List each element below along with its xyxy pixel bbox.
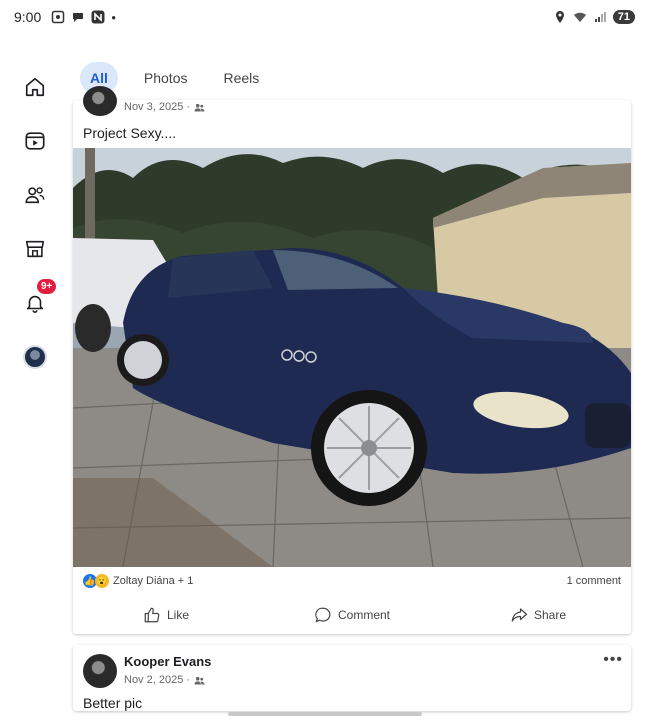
post-meta: Nov 2, 2025 ·	[124, 674, 205, 686]
chat-icon	[73, 13, 84, 22]
battery-indicator: 71	[612, 10, 635, 24]
avatar[interactable]	[83, 86, 117, 116]
more-dot-icon: ●	[111, 12, 117, 22]
status-bar: 9:00 ● 71	[0, 0, 649, 34]
home-icon	[25, 77, 45, 97]
app-n-icon	[91, 10, 105, 24]
comments-count[interactable]: 1 comment	[567, 575, 621, 587]
avatar[interactable]	[83, 654, 117, 688]
post-card: Kooper Evans Nov 2, 2025 · ••• Better pi…	[73, 645, 631, 711]
status-time: 9:00	[14, 9, 42, 25]
share-button[interactable]: Share	[445, 600, 631, 630]
bell-icon	[26, 295, 44, 313]
rail-notifications[interactable]: 9+	[20, 278, 58, 318]
notification-badge: 9+	[36, 278, 58, 295]
location-icon	[555, 11, 564, 23]
car-photo	[73, 148, 631, 567]
post-actions: Like Comment Share	[73, 600, 631, 630]
like-label: Like	[166, 608, 189, 622]
like-button[interactable]: Like	[73, 600, 259, 630]
rail-profile[interactable]	[20, 342, 50, 372]
tab-photos[interactable]: Photos	[134, 62, 198, 94]
video-icon	[25, 132, 45, 150]
post-photo[interactable]	[73, 148, 631, 567]
screenshot-icon	[52, 10, 65, 24]
thumbs-up-icon	[144, 607, 160, 623]
gesture-nav-handle[interactable]	[228, 712, 422, 716]
nav-rail: 9+	[0, 60, 70, 720]
post-card: Nov 3, 2025 · Project Sexy.... 👍 😮 Zolta…	[73, 86, 631, 634]
wifi-icon	[573, 12, 586, 22]
post-text: Project Sexy....	[83, 125, 177, 141]
comment-icon	[315, 607, 331, 623]
friends-audience-icon	[194, 103, 205, 112]
friends-icon	[25, 187, 45, 204]
rail-home[interactable]	[20, 72, 50, 102]
comment-label: Comment	[337, 608, 390, 622]
comment-button[interactable]: Comment	[259, 600, 445, 630]
tab-reels[interactable]: Reels	[213, 62, 269, 94]
post-text: Better pic	[83, 695, 143, 711]
post-author[interactable]: Kooper Evans	[124, 654, 211, 669]
share-label: Share	[533, 608, 567, 622]
post-date: Nov 3, 2025 ·	[124, 101, 191, 113]
reactions-names: Zoltay Diána + 1	[113, 575, 194, 587]
friends-audience-icon	[194, 676, 205, 685]
signal-icon	[594, 12, 606, 22]
rail-friends[interactable]	[20, 180, 50, 210]
share-icon	[511, 608, 528, 622]
reactions-summary[interactable]: 👍 😮 Zoltay Diána + 1	[83, 574, 193, 588]
post-date: Nov 2, 2025 ·	[124, 674, 191, 686]
wow-reaction-icon: 😮	[95, 574, 109, 588]
post-meta: Nov 3, 2025 ·	[124, 101, 205, 113]
status-notification-icons: ●	[51, 10, 116, 24]
avatar	[23, 345, 47, 369]
rail-marketplace[interactable]	[20, 234, 50, 264]
more-options-button[interactable]: •••	[603, 651, 623, 669]
rail-video[interactable]	[20, 126, 50, 156]
marketplace-icon	[25, 240, 45, 258]
